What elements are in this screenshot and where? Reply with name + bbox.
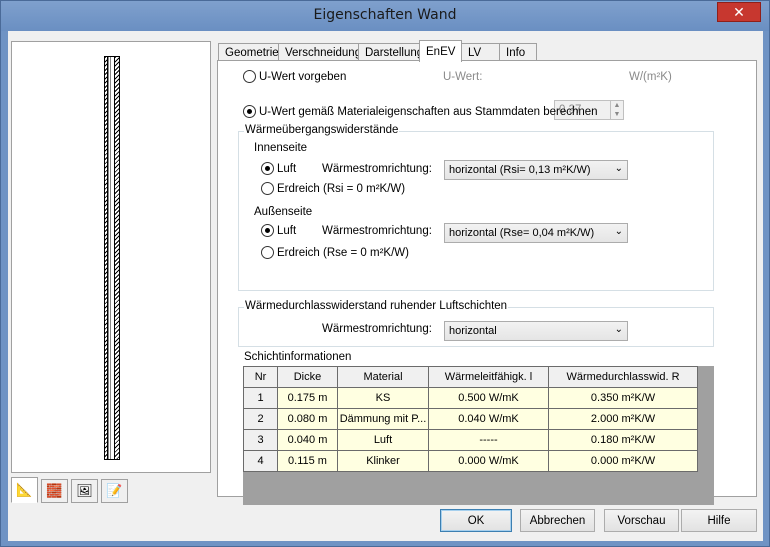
cell-lambda[interactable]: 0.500 W/mK <box>428 387 549 409</box>
cell-material[interactable]: Klinker <box>337 450 429 472</box>
cell-material[interactable]: Dämmung mit P... <box>337 408 429 430</box>
cell-material[interactable]: KS <box>337 387 429 409</box>
cell-lambda[interactable]: ----- <box>428 429 549 451</box>
col-material: Material <box>337 366 429 388</box>
uwert-berechnen-label: U-Wert gemäß Materialeigenschaften aus S… <box>259 105 598 118</box>
innen-erdreich-label: Erdreich (Rsi = 0 m²K/W) <box>277 182 406 195</box>
titlebar[interactable]: Eigenschaften Wand ✕ <box>1 1 769 31</box>
innenseite-heading: Innenseite <box>254 142 308 154</box>
radio-indicator <box>261 224 274 237</box>
window-title: Eigenschaften Wand <box>313 7 457 23</box>
dialog-window: Eigenschaften Wand ✕ 📐 🧱 🖼 📝 Geometrie V… <box>0 0 770 547</box>
table-header-row: Nr Dicke Material Wärmeleitfähigk. l Wär… <box>243 366 698 388</box>
cell-dicke[interactable]: 0.115 m <box>277 450 338 472</box>
col-waermeleitfaehigkeit: Wärmeleitfähigk. l <box>428 366 549 388</box>
uwert-berechnen-radio[interactable]: U-Wert gemäß Materialeigenschaften aus S… <box>243 105 598 118</box>
innen-erdreich-radio[interactable]: Erdreich (Rsi = 0 m²K/W) <box>261 182 405 195</box>
luft-richtung-select[interactable]: horizontal ⌄ <box>444 321 628 341</box>
close-icon: ✕ <box>733 3 745 20</box>
cell-r[interactable]: 0.180 m²K/W <box>548 429 698 451</box>
radio-indicator <box>261 182 274 195</box>
cell-nr: 3 <box>243 429 278 451</box>
innen-luft-radio[interactable]: Luft <box>261 162 296 175</box>
table-row[interactable]: 4 0.115 m Klinker 0.000 W/mK 0.000 m²K/W <box>243 450 698 472</box>
uwert-vorgeben-label: U-Wert vorgeben <box>259 70 347 83</box>
wall-section-drawing <box>104 56 122 460</box>
radio-indicator <box>243 70 256 83</box>
schichten-title: Schichtinformationen <box>243 351 353 363</box>
chevron-down-icon: ⌄ <box>614 324 623 335</box>
chevron-down-icon: ⌄ <box>614 163 623 174</box>
cell-r[interactable]: 0.350 m²K/W <box>548 387 698 409</box>
radio-indicator <box>261 246 274 259</box>
cell-material[interactable]: Luft <box>337 429 429 451</box>
col-nr: Nr <box>243 366 278 388</box>
hilfe-button[interactable]: Hilfe <box>681 509 757 532</box>
aussen-erdreich-radio[interactable]: Erdreich (Rse = 0 m²K/W) <box>261 246 409 259</box>
radio-indicator <box>261 162 274 175</box>
luftschichten-group: Wärmedurchlasswiderstand ruhender Luftsc… <box>238 300 714 347</box>
aussen-luft-radio[interactable]: Luft <box>261 224 296 237</box>
cell-r[interactable]: 0.000 m²K/W <box>548 450 698 472</box>
cell-lambda[interactable]: 0.000 W/mK <box>428 450 549 472</box>
luftschichten-title: Wärmedurchlasswiderstand ruhender Luftsc… <box>244 300 509 312</box>
enev-panel: U-Wert vorgeben U-Wert: 0.37 ▲ ▼ W/(m²K) … <box>217 60 757 505</box>
cell-nr: 2 <box>243 408 278 430</box>
cell-dicke[interactable]: 0.175 m <box>277 387 338 409</box>
ok-button[interactable]: OK <box>440 509 512 532</box>
abbrechen-button[interactable]: Abbrechen <box>520 509 595 532</box>
image-icon[interactable]: 🖼 <box>71 479 98 503</box>
preview-tabs: 📐 🧱 🖼 📝 <box>11 477 131 503</box>
cell-r[interactable]: 2.000 m²K/W <box>548 408 698 430</box>
cell-lambda[interactable]: 0.040 W/mK <box>428 408 549 430</box>
innen-richtung-value: horizontal (Rsi= 0,13 m²K/W) <box>449 164 591 176</box>
vorschau-button[interactable]: Vorschau <box>604 509 679 532</box>
innen-luft-label: Luft <box>277 162 297 175</box>
uwert-label: U-Wert: <box>443 71 483 83</box>
table-row[interactable]: 3 0.040 m Luft ----- 0.180 m²K/W <box>243 429 698 451</box>
ruler-pencil-icon[interactable]: 📐 <box>11 477 38 503</box>
col-dicke: Dicke <box>277 366 338 388</box>
spinner-arrows-icon[interactable]: ▲ ▼ <box>610 101 623 119</box>
luft-richtung-label: Wärmestromrichtung: <box>322 323 432 335</box>
close-button[interactable]: ✕ <box>717 2 761 22</box>
layer-table: Nr Dicke Material Wärmeleitfähigk. l Wär… <box>243 366 714 505</box>
col-waermedurchlasswiderstand: Wärmedurchlasswid. R <box>548 366 698 388</box>
chevron-down-icon: ⌄ <box>614 226 623 237</box>
cell-dicke[interactable]: 0.080 m <box>277 408 338 430</box>
notepad-icon[interactable]: 📝 <box>101 479 128 503</box>
dialog-client: 📐 🧱 🖼 📝 Geometrie Verschneidung Darstell… <box>8 31 763 541</box>
uebergang-title: Wärmeübergangswiderstände <box>244 124 400 136</box>
uwert-vorgeben-radio[interactable]: U-Wert vorgeben <box>243 70 346 83</box>
wall-preview <box>11 41 211 473</box>
aussenseite-heading: Außenseite <box>254 206 313 218</box>
cell-dicke[interactable]: 0.040 m <box>277 429 338 451</box>
radio-indicator <box>243 105 256 118</box>
aussen-erdreich-label: Erdreich (Rse = 0 m²K/W) <box>277 246 409 259</box>
luft-richtung-value: horizontal <box>449 325 497 337</box>
table-row[interactable]: 1 0.175 m KS 0.500 W/mK 0.350 m²K/W <box>243 387 698 409</box>
aussen-richtung-value: horizontal (Rse= 0,04 m²K/W) <box>449 227 595 239</box>
uwert-unit: W/(m²K) <box>629 71 672 83</box>
aussen-richtung-label: Wärmestromrichtung: <box>322 225 432 237</box>
cell-nr: 4 <box>243 450 278 472</box>
innen-richtung-label: Wärmestromrichtung: <box>322 163 432 175</box>
tab-strip: Geometrie Verschneidung Darstellung EnEV… <box>218 40 537 62</box>
bricks-icon[interactable]: 🧱 <box>41 479 68 503</box>
innen-richtung-select[interactable]: horizontal (Rsi= 0,13 m²K/W) ⌄ <box>444 160 628 180</box>
tab-enev[interactable]: EnEV <box>419 40 462 62</box>
uebergang-group: Wärmeübergangswiderstände Innenseite Luf… <box>238 124 714 291</box>
aussen-richtung-select[interactable]: horizontal (Rse= 0,04 m²K/W) ⌄ <box>444 223 628 243</box>
aussen-luft-label: Luft <box>277 224 297 237</box>
table-row[interactable]: 2 0.080 m Dämmung mit P... 0.040 W/mK 2.… <box>243 408 698 430</box>
cell-nr: 1 <box>243 387 278 409</box>
